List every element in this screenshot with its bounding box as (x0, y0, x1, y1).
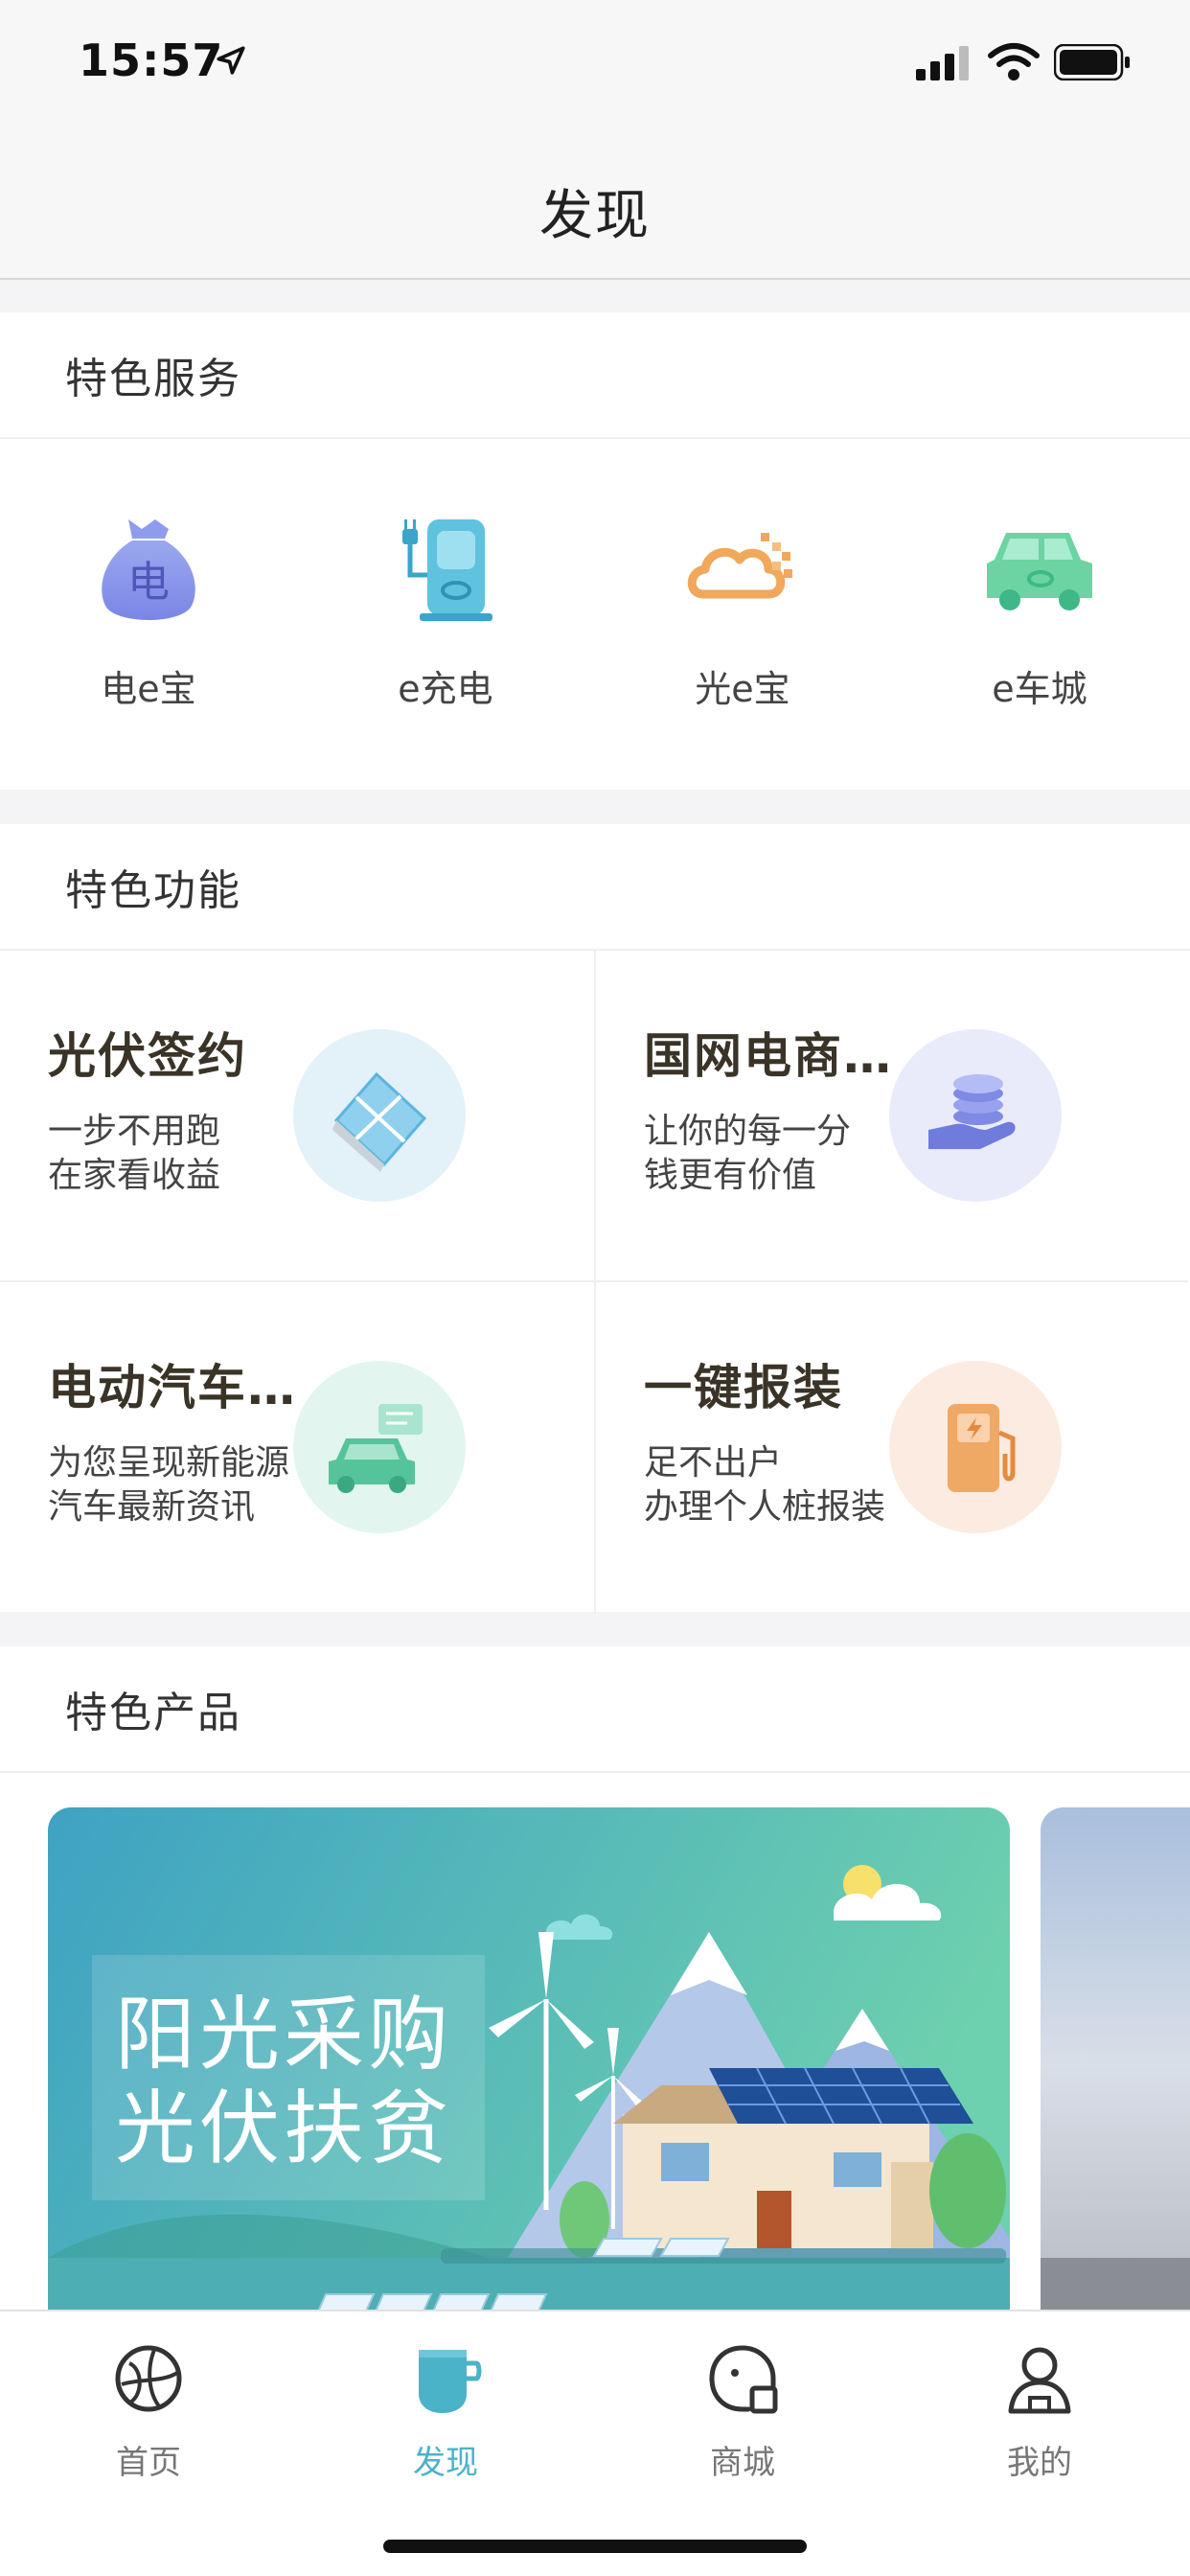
charger-pump-icon (948, 1404, 1016, 1492)
solar-panel-icon (332, 1071, 427, 1172)
products-title: 特色产品 (65, 1689, 241, 1737)
function-desc-line1: 为您呈现新能源 (48, 1443, 290, 1483)
tab-label: 首页 (116, 2444, 181, 2482)
service-item-dianebao[interactable]: 电 电e宝 (0, 439, 297, 788)
function-desc-line1: 让你的每一分 (644, 1112, 852, 1151)
service-item-guangebao[interactable]: 光e宝 (594, 439, 891, 788)
function-icon-bg (293, 1029, 466, 1202)
function-desc-line2: 钱更有价值 (644, 1156, 817, 1195)
function-desc-line1: 足不出户 (644, 1443, 783, 1483)
cup-icon (419, 2350, 482, 2413)
function-card-one-click-install[interactable]: 一键报装 足不出户 办理个人桩报装 (594, 1282, 1188, 1614)
service-label: e车城 (992, 668, 1087, 710)
nav-bar: 发现 (0, 134, 1190, 280)
services-title: 特色服务 (65, 355, 241, 403)
banner-title-line2: 光伏扶贫 (115, 2082, 453, 2175)
location-arrow-icon (217, 46, 245, 75)
tab-home[interactable]: 首页 (0, 2340, 297, 2483)
tab-bar: 首页 发现 商城 我的 (0, 2310, 1190, 2576)
battery-icon (1054, 44, 1130, 80)
page-title: 发现 (539, 185, 651, 247)
solar-cloud-icon (687, 533, 792, 599)
ev-news-icon (329, 1404, 423, 1493)
tab-label: 我的 (1007, 2444, 1072, 2482)
tab-mall[interactable]: 商城 (594, 2340, 891, 2483)
charging-station-icon (402, 519, 492, 621)
functions-title: 特色功能 (65, 866, 241, 915)
function-desc-line1: 一步不用跑 (48, 1112, 221, 1151)
service-item-echecheng[interactable]: e车城 (891, 439, 1188, 788)
function-desc-line2: 汽车最新资讯 (48, 1487, 256, 1527)
function-card-pv-signing[interactable]: 光伏签约 一步不用跑 在家看收益 (0, 951, 594, 1282)
function-icon-bg (889, 1361, 1062, 1533)
money-bag-icon: 电 (102, 519, 195, 620)
service-label: e充电 (398, 668, 493, 710)
car-icon (987, 533, 1092, 610)
products-header: 特色产品 (0, 1646, 1190, 1773)
home-indicator (383, 2540, 807, 2553)
globe-icon (115, 2345, 182, 2412)
coins-hand-icon (928, 1074, 1016, 1149)
tab-label: 商城 (710, 2444, 775, 2482)
function-grid: 光伏签约 一步不用跑 在家看收益 国网电商… 让你的每一分 钱更有价值 电动汽车… (0, 951, 1190, 1614)
function-icon-bg (889, 1029, 1062, 1202)
function-desc: 为您呈现新能源 汽车最新资讯 (48, 1441, 289, 1530)
function-icon-bg (293, 1361, 466, 1533)
function-desc: 足不出户 办理个人桩报装 (644, 1441, 885, 1530)
functions-header: 特色功能 (0, 824, 1190, 951)
shop-bag-icon (709, 2345, 778, 2414)
user-icon (1008, 2347, 1071, 2414)
service-label: 光e宝 (695, 668, 790, 710)
tab-discover[interactable]: 发现 (297, 2340, 594, 2483)
function-desc-line2: 在家看收益 (48, 1156, 221, 1195)
wifi-icon (988, 43, 1040, 80)
services-header: 特色服务 (0, 312, 1190, 439)
cellular-signal-icon (916, 46, 969, 80)
status-bar: 15:57 (0, 0, 1190, 134)
services-section: 特色服务 电 电e宝 e充电 光e宝 e车城 (0, 312, 1190, 790)
function-title: 国网电商… (644, 1028, 893, 1084)
svg-text:电: 电 (127, 558, 170, 607)
service-label: 电e宝 (101, 668, 196, 710)
tab-mine[interactable]: 我的 (891, 2340, 1188, 2483)
status-time: 15:57 (79, 34, 224, 86)
service-item-echongdian[interactable]: e充电 (297, 439, 594, 788)
function-desc-line2: 办理个人桩报装 (644, 1487, 886, 1527)
function-desc: 一步不用跑 在家看收益 (48, 1110, 220, 1198)
function-title: 电动汽车… (48, 1360, 297, 1415)
function-card-ev-news[interactable]: 电动汽车… 为您呈现新能源 汽车最新资讯 (0, 1282, 594, 1614)
function-card-ecommerce[interactable]: 国网电商… 让你的每一分 钱更有价值 (594, 951, 1188, 1282)
product-banner-next[interactable] (1041, 1807, 1190, 2325)
function-title: 一键报装 (644, 1360, 843, 1415)
function-desc: 让你的每一分 钱更有价值 (644, 1110, 851, 1198)
functions-section: 特色功能 光伏签约 一步不用跑 在家看收益 国网电商… 让你的每一分 钱更有价值… (0, 824, 1190, 1614)
banner-next-image (1041, 1807, 1190, 2325)
function-title: 光伏签约 (48, 1028, 247, 1084)
tab-label: 发现 (413, 2444, 478, 2482)
product-banner-solar[interactable]: 阳光采购 光伏扶贫 (48, 1807, 1010, 2325)
products-section: 特色产品 阳光采购 光伏扶贫 (0, 1646, 1190, 2325)
